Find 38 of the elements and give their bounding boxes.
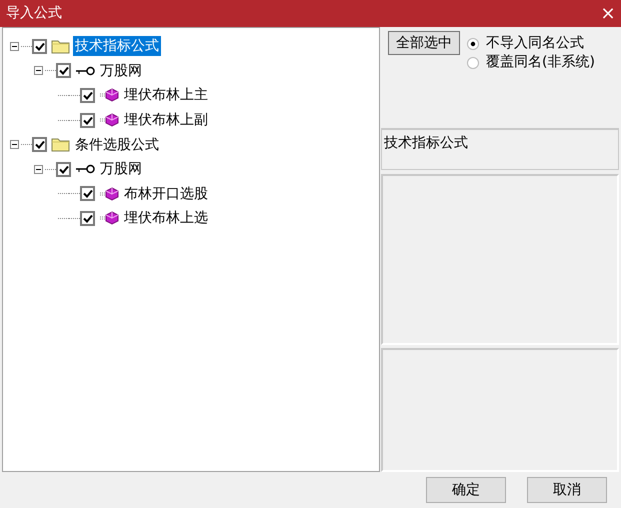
radio-button[interactable] [467, 38, 479, 50]
tree-item[interactable]: 万股网 [98, 60, 144, 81]
gem-icon [98, 211, 118, 226]
window-title: 导入公式 [5, 4, 62, 23]
radio-label: 不导入同名公式 [486, 34, 584, 53]
ok-button[interactable]: 确定 [426, 477, 506, 503]
folder-icon [50, 137, 70, 152]
radio-label: 覆盖同名(非系统) [486, 53, 595, 72]
checkbox[interactable] [56, 63, 71, 78]
collapse-icon[interactable] [34, 66, 43, 76]
collapse-icon[interactable] [10, 140, 19, 150]
key-icon [74, 164, 94, 174]
checkbox[interactable] [32, 137, 47, 152]
gem-icon [98, 88, 118, 102]
gem-icon [98, 186, 118, 201]
select-all-button[interactable]: 全部选中 [388, 30, 460, 54]
selected-category-label: 技术指标公式 [381, 128, 619, 170]
key-icon [74, 66, 94, 76]
tree-item[interactable]: 埋伏布林上选 [122, 208, 210, 228]
checkbox[interactable] [80, 210, 95, 226]
checkbox[interactable] [80, 186, 95, 202]
tree-item[interactable]: 技术指标公式 [73, 36, 161, 56]
tree-item[interactable]: 埋伏布林上副 [122, 110, 210, 130]
checkbox[interactable] [80, 88, 95, 103]
checkbox[interactable] [80, 112, 95, 128]
close-button[interactable]: × [595, 0, 621, 27]
checkbox[interactable] [32, 38, 47, 54]
tree-item[interactable]: 布林开口选股 [122, 184, 210, 204]
collapse-icon[interactable] [10, 42, 19, 51]
gem-icon [98, 113, 118, 128]
folder-icon [50, 38, 70, 54]
tree-item[interactable]: 条件选股公式 [73, 134, 161, 155]
radio-button[interactable] [467, 56, 479, 68]
collapse-icon[interactable] [34, 164, 43, 174]
checkbox[interactable] [56, 162, 71, 177]
cancel-button[interactable]: 取消 [527, 477, 607, 503]
tree-item[interactable]: 万股网 [98, 159, 144, 180]
tree-item[interactable]: 埋伏布林上主 [122, 85, 210, 106]
